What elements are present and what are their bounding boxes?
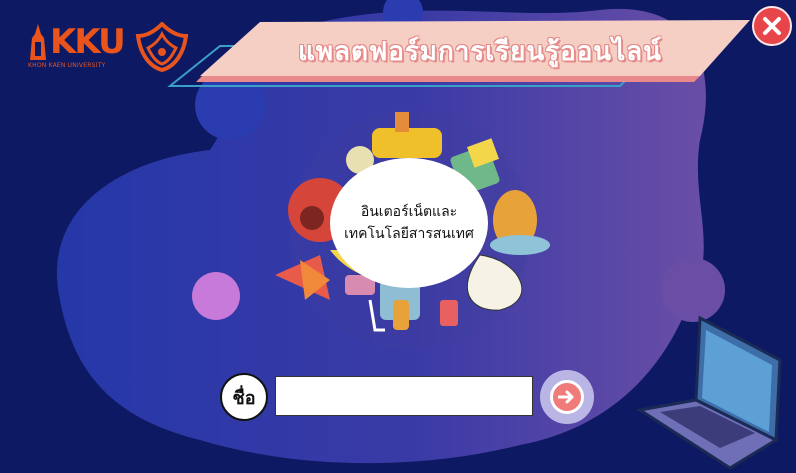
next-button-inner bbox=[550, 380, 584, 414]
page-title: แพลตฟอร์มการเรียนรู้ออนไลน์ bbox=[298, 37, 662, 67]
next-button[interactable] bbox=[540, 370, 594, 424]
course-title-line1: อินเตอร์เน็ตและ bbox=[360, 204, 458, 220]
course-title-line2: เทคโนโลยีสารสนเทศ bbox=[344, 226, 474, 242]
kku-logo-text: KKU bbox=[50, 22, 126, 62]
close-icon bbox=[763, 17, 781, 35]
name-input[interactable] bbox=[275, 376, 533, 416]
title-banner: แพลตฟอร์มการเรียนรู้ออนไลน์ bbox=[160, 18, 760, 98]
name-label: ชื่อ bbox=[220, 373, 268, 421]
kku-logo: KKU KHON KAEN UNIVERSITY bbox=[28, 24, 128, 72]
kku-logo-subtext: KHON KAEN UNIVERSITY bbox=[28, 62, 106, 69]
tower-emblem-icon bbox=[30, 24, 46, 60]
close-button[interactable] bbox=[752, 6, 792, 46]
course-title-bubble: อินเตอร์เน็ตและ เทคโนโลยีสารสนเทศ bbox=[330, 158, 488, 288]
arrow-right-icon bbox=[558, 390, 574, 404]
